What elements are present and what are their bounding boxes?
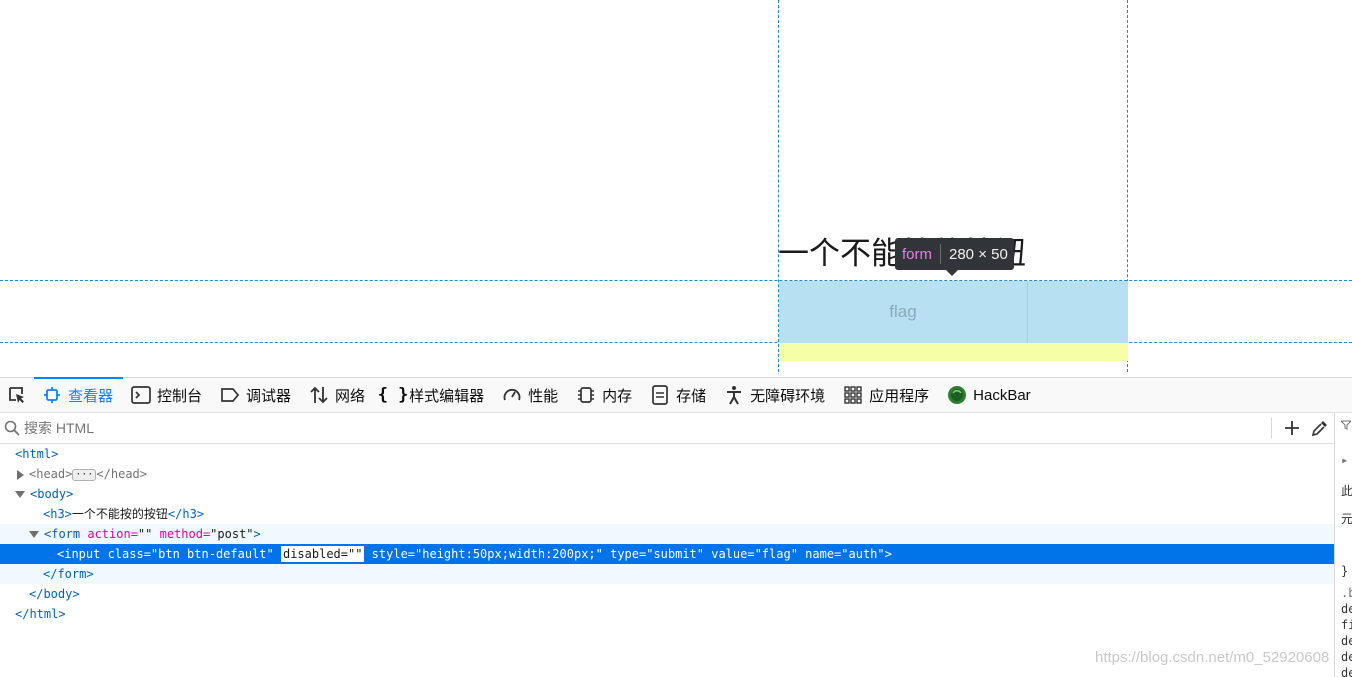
attr-name: method= — [152, 527, 211, 541]
rules-pane: ▸ 此 元 } .b de fi de de de — [1334, 413, 1352, 677]
node-head[interactable]: <head> ··· </head> — [0, 464, 1334, 484]
rules-line: .b — [1341, 586, 1352, 600]
node-body-open[interactable]: <body> — [0, 484, 1334, 504]
tag-text: <body> — [30, 487, 74, 501]
attr-value[interactable]: "post" — [210, 527, 253, 541]
tag-text: <input class="btn btn-default" — [57, 547, 281, 561]
tag-text: <form — [44, 527, 81, 541]
flag-button[interactable]: flag — [779, 281, 1028, 343]
hackbar-icon — [947, 385, 967, 405]
disabled-attribute[interactable]: disabled="" — [280, 546, 365, 562]
style-editor-icon: { } — [377, 385, 409, 405]
tab-storage[interactable]: 存储 — [642, 377, 716, 413]
filter-icon[interactable] — [1339, 419, 1352, 433]
tab-label: 网络 — [335, 387, 366, 405]
devtools-toolbar: 查看器 控制台 调试器 网络 { } 样式编辑器 性能 内存 存储 无障碍环境 … — [0, 377, 1352, 413]
tab-style-editor[interactable]: { } 样式编辑器 — [375, 377, 494, 413]
chevron-right-icon[interactable]: ▸ — [1341, 453, 1348, 467]
node-form-open[interactable]: <form action="" method="post"> — [0, 524, 1334, 544]
rules-line: 此 — [1341, 484, 1352, 498]
node-html-open[interactable]: <html> — [0, 444, 1334, 464]
node-form-close[interactable]: </form> — [0, 564, 1334, 584]
tab-label: 查看器 — [68, 387, 114, 405]
collapse-twisty-icon[interactable] — [29, 531, 39, 538]
tab-memory[interactable]: 内存 — [568, 377, 642, 413]
add-node-button[interactable] — [1278, 414, 1306, 442]
toolbar-separator — [1271, 418, 1272, 438]
text-node: 一个不能按的按钮 — [71, 507, 168, 521]
plus-icon — [1285, 421, 1299, 435]
tab-debugger[interactable]: 调试器 — [212, 377, 301, 413]
storage-icon — [650, 385, 670, 405]
eyedropper-icon — [1311, 421, 1327, 437]
tab-label: 应用程序 — [869, 387, 930, 405]
node-html-close[interactable]: </html> — [0, 604, 1334, 624]
rules-line: de — [1341, 602, 1352, 616]
console-icon — [131, 385, 151, 405]
element-picker-button[interactable] — [0, 377, 34, 413]
expand-twisty-icon[interactable] — [17, 469, 24, 480]
tooltip-dimensions: 280 × 50 — [949, 245, 1008, 263]
tag-text: > — [253, 527, 261, 541]
tag-text: </h3> — [167, 507, 205, 521]
search-icon — [4, 420, 24, 436]
search-html-input[interactable] — [24, 416, 1265, 440]
rules-line: fi — [1341, 618, 1352, 632]
performance-icon — [502, 385, 522, 405]
network-icon — [309, 385, 329, 405]
form-margin-highlight — [779, 343, 1128, 361]
markup-search-bar — [0, 413, 1334, 444]
attr-name: action= — [80, 527, 138, 541]
tab-inspector[interactable]: 查看器 — [34, 377, 124, 413]
node-h3[interactable]: <h3>一个不能按的按钮</h3> — [0, 504, 1334, 524]
tab-application[interactable]: 应用程序 — [835, 377, 939, 413]
rules-line: de — [1341, 666, 1352, 677]
rules-line: de — [1341, 650, 1352, 664]
tab-network[interactable]: 网络 — [301, 377, 375, 413]
node-input-selected[interactable]: <input class="btn btn-default" disabled=… — [0, 544, 1334, 564]
guide-top — [0, 280, 1352, 281]
collapsed-ellipsis-icon[interactable]: ··· — [72, 468, 97, 481]
debugger-icon — [220, 385, 240, 405]
tab-accessibility[interactable]: 无障碍环境 — [716, 377, 835, 413]
tag-text: style="height:50px;width:200px;" type="s… — [364, 547, 892, 561]
box-model-tooltip: form 280 × 50 — [895, 238, 1014, 276]
markup-view: <html> <head> ··· </head> <body> <h3>一个不能按… — [0, 444, 1334, 677]
eyedropper-button[interactable] — [1306, 414, 1334, 442]
tag-text: <head> — [29, 467, 73, 481]
tag-text: </body> — [29, 587, 80, 601]
tab-label: 内存 — [602, 387, 633, 405]
tab-performance[interactable]: 性能 — [494, 377, 568, 413]
tag-text: </html> — [15, 607, 66, 621]
element-picker-icon — [9, 387, 24, 403]
tab-hackbar[interactable]: HackBar — [939, 377, 1041, 413]
tab-label: 样式编辑器 — [409, 387, 485, 405]
tab-label: HackBar — [973, 386, 1031, 404]
tab-label: 控制台 — [157, 387, 203, 405]
rules-line: de — [1341, 634, 1352, 648]
tag-text: </head> — [96, 467, 147, 481]
collapse-twisty-icon[interactable] — [15, 491, 25, 498]
node-body-close[interactable]: </body> — [0, 584, 1334, 604]
attr-value[interactable]: "" — [138, 527, 152, 541]
tab-label: 无障碍环境 — [750, 387, 826, 405]
rules-line: 元 — [1341, 512, 1352, 526]
tab-console[interactable]: 控制台 — [123, 377, 212, 413]
memory-icon — [576, 385, 596, 405]
tab-label: 存储 — [676, 387, 707, 405]
tooltip-arrow — [946, 270, 958, 276]
tooltip-tag: form — [902, 245, 932, 263]
guide-bottom — [0, 342, 1352, 343]
application-icon — [843, 385, 863, 405]
tag-text: <h3> — [43, 507, 72, 521]
tag-text: </form> — [43, 567, 94, 581]
tag-text: <html> — [15, 447, 59, 461]
accessibility-icon — [724, 385, 744, 405]
rules-line: } — [1341, 564, 1349, 578]
tab-label: 性能 — [528, 387, 559, 405]
tab-label: 调试器 — [246, 387, 292, 405]
inspector-icon — [42, 385, 62, 405]
watermark-text: https://blog.csdn.net/m0_52920608 — [1095, 649, 1330, 666]
page-viewport: 一个不能按的按钮 flag form 280 × 50 — [0, 0, 1352, 377]
